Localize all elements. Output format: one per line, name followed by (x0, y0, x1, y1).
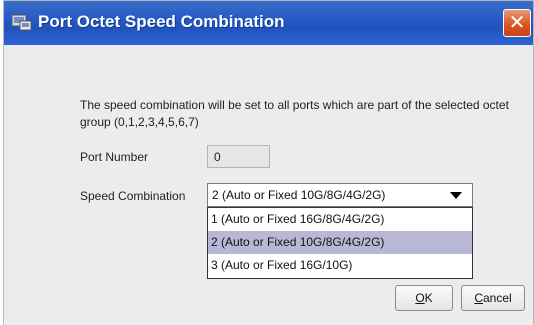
port-number-field: 0 (207, 145, 270, 168)
cancel-label-rest: ancel (482, 291, 512, 305)
cancel-mnemonic: C (474, 291, 483, 305)
title-bar[interactable]: Port Octet Speed Combination ✕ (4, 1, 533, 45)
speed-combination-label: Speed Combination (80, 189, 186, 203)
selected-value: 2 (Auto or Fixed 10G/8G/4G/2G) (212, 188, 386, 202)
cancel-button[interactable]: Cancel (461, 285, 525, 311)
dropdown-option[interactable]: 3 (Auto or Fixed 16G/10G) (208, 254, 472, 277)
ok-button[interactable]: OK (395, 285, 453, 311)
port-number-label: Port Number (80, 150, 149, 164)
close-icon: ✕ (508, 12, 526, 34)
speed-combination-dropdown: 1 (Auto or Fixed 16G/8G/4G/2G) 2 (Auto o… (207, 207, 473, 279)
close-button[interactable]: ✕ (503, 9, 531, 37)
dropdown-arrow-icon[interactable] (450, 192, 462, 199)
ok-mnemonic: O (415, 291, 425, 305)
window-title: Port Octet Speed Combination (38, 12, 285, 31)
dropdown-option-selected[interactable]: 2 (Auto or Fixed 10G/8G/4G/2G) (208, 231, 472, 254)
description-text: The speed combination will be set to all… (80, 98, 509, 129)
dropdown-option[interactable]: 1 (Auto or Fixed 16G/8G/4G/2G) (208, 208, 472, 231)
speed-combination-select[interactable]: 2 (Auto or Fixed 10G/8G/4G/2G) (207, 183, 473, 207)
dialog-window: Port Octet Speed Combination ✕ The speed… (3, 0, 534, 325)
ok-label-rest: K (424, 291, 433, 305)
dialog-content: The speed combination will be set to all… (4, 45, 533, 325)
app-icon (12, 14, 32, 31)
